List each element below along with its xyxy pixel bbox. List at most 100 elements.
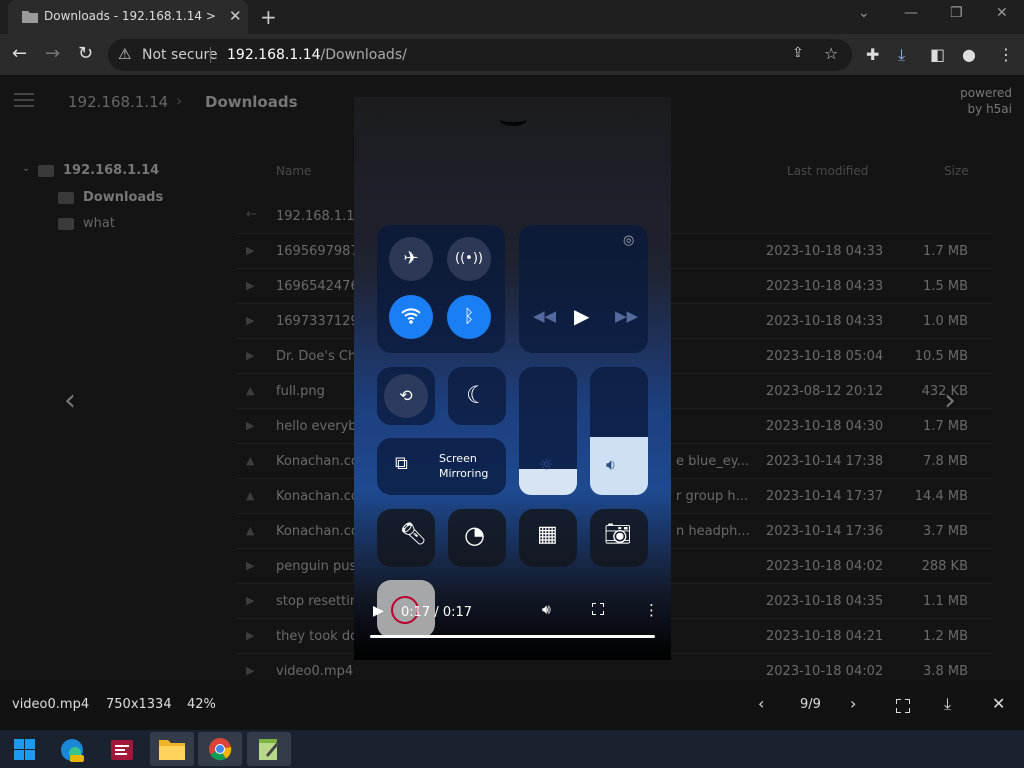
tree-item-what[interactable]: what [83,216,115,231]
file-size: 3.7 MB [923,524,968,539]
screen-mirroring-tile: ⧉ Screen Mirroring [377,438,506,495]
volume-slider: 🔉︎ [590,367,648,495]
previous-button[interactable]: ‹ [758,694,764,713]
camera-tile: 📷︎ [590,509,648,567]
tab-search-icon[interactable]: ⌄ [858,5,870,21]
start-button[interactable] [2,732,46,766]
breadcrumb-host[interactable]: 192.168.1.14 [68,93,168,111]
file-explorer-icon[interactable] [150,732,194,766]
more-options-button[interactable]: ⋮ [644,601,659,619]
warning-icon[interactable]: ⚠ [118,45,131,63]
file-date: 2023-10-18 04:02 [766,559,884,574]
calculator-icon: ▦ [537,522,558,547]
play-icon: ▶ [574,304,590,328]
lightbox-bar: video0.mp4 750x1334 42% ‹ 9/9 › ⤓ ✕ [0,680,1024,730]
download-icon[interactable]: ⤓ [898,45,905,65]
arrow-left-icon: ← [246,207,257,222]
url-text[interactable]: 192.168.1.14/Downloads/ [227,47,407,63]
profile-icon[interactable]: ● [962,45,976,64]
brightness-slider: ☼ [519,367,577,495]
previous-arrow-icon[interactable]: ‹ [64,383,76,418]
column-name[interactable]: Name [276,164,311,178]
minimize-button[interactable]: — [904,5,918,21]
powered-by[interactable]: powered by h5ai [942,85,1012,117]
file-date: 2023-10-18 04:33 [766,314,884,329]
next-arrow-icon[interactable]: › [944,383,956,418]
file-size: 1.5 MB [923,279,968,294]
video-player[interactable]: ✈ ((•)) ᛒ ◎ ◀◀ ▶ ▶▶ ⟲ ☾ ☼ 🔉︎ ⧉ Screen Mi… [354,97,671,660]
hamburger-icon[interactable] [14,93,34,111]
powered-line-1: powered [960,86,1012,100]
fullscreen-button[interactable] [592,603,604,615]
chevron-down-icon[interactable]: ⌄ [22,163,30,174]
video-file-icon: ▶ [246,629,255,642]
edge-pre-icon[interactable] [50,732,94,766]
volume-fill [590,437,648,495]
video-progress-bar[interactable] [370,635,655,638]
forward-button[interactable]: → [45,43,60,64]
restore-button[interactable]: ❐ [950,5,963,21]
chrome-icon[interactable] [198,732,242,766]
next-button[interactable]: › [850,694,856,713]
airplane-icon: ✈ [389,237,433,281]
reload-button[interactable]: ↻ [78,43,93,64]
close-tab-icon[interactable]: ✕ [229,7,242,25]
fullscreen-icon[interactable] [896,699,910,713]
video-file-icon: ▶ [246,419,255,432]
close-window-button[interactable]: ✕ [996,5,1008,21]
folder-icon [58,218,74,230]
lightbox-filename: video0.mp4 [12,697,90,712]
flashlight-icon: 🔦︎ [399,522,427,547]
folder-icon [38,165,54,177]
play-button[interactable]: ▶ [373,603,384,619]
volume-button[interactable]: 🔊︎ [542,602,551,618]
back-button[interactable]: ← [12,43,27,64]
video-file-icon: ▶ [246,664,255,677]
notepad-icon[interactable] [247,732,291,766]
lightbox-counter: 9/9 [800,697,821,712]
tree-item-downloads[interactable]: Downloads [83,190,163,205]
video-controls: ▶ 0:17 / 0:17 🔊︎ ⋮ [354,567,671,660]
bluetooth-icon: ᛒ [447,295,491,339]
timer-tile: ◔ [448,509,506,567]
security-label[interactable]: Not secure [142,47,218,63]
download-button[interactable]: ⤓ [944,694,951,714]
video-file-icon: ▶ [246,349,255,362]
column-size[interactable]: Size [944,164,969,178]
wifi-icon [389,295,433,339]
new-tab-button[interactable]: + [260,5,277,29]
extensions-icon[interactable]: ✚ [866,45,879,64]
file-name: video0.mp4 [276,664,354,679]
sun-icon: ☼ [539,455,554,474]
share-icon[interactable]: ⇪ [792,45,804,61]
app-red-icon[interactable] [100,732,144,766]
browser-tab[interactable]: Downloads - 192.168.1.14 > Downloads ✕ [8,0,248,34]
breadcrumb-current[interactable]: Downloads [205,93,298,111]
video-file-icon: ▶ [246,594,255,607]
file-size: 7.8 MB [923,454,968,469]
menu-dots-icon[interactable]: ⋮ [998,45,1014,64]
bookmark-star-icon[interactable]: ☆ [824,44,838,63]
file-size: 1.1 MB [923,594,968,609]
cellular-icon: ((•)) [447,237,491,281]
side-panel-icon[interactable]: ◧ [930,45,945,64]
video-file-icon: ▶ [246,314,255,327]
calculator-tile: ▦ [519,509,577,567]
file-size: 1.2 MB [923,629,968,644]
file-date: 2023-10-18 05:04 [766,349,884,364]
chevron-right-icon: › [176,91,183,110]
file-date: 2023-10-18 04:33 [766,279,884,294]
close-lightbox-button[interactable]: ✕ [992,694,1005,713]
fast-forward-icon: ▶▶ [615,307,639,325]
lightbox-dimensions: 750x1334 [106,697,172,712]
image-file-icon: ▲ [246,454,255,467]
video-time: 0:17 / 0:17 [401,605,473,620]
divider [210,47,211,63]
file-date: 2023-10-18 04:02 [766,664,884,679]
chevron-down-icon [499,112,527,126]
address-bar[interactable]: ⚠ Not secure 192.168.1.14/Downloads/ ⇪ ☆ [108,39,852,71]
column-modified[interactable]: Last modified [787,164,868,178]
screen-mirroring-icon: ⧉ [395,453,408,474]
tree-root[interactable]: 192.168.1.14 [63,163,159,178]
file-date: 2023-10-14 17:38 [766,454,884,469]
